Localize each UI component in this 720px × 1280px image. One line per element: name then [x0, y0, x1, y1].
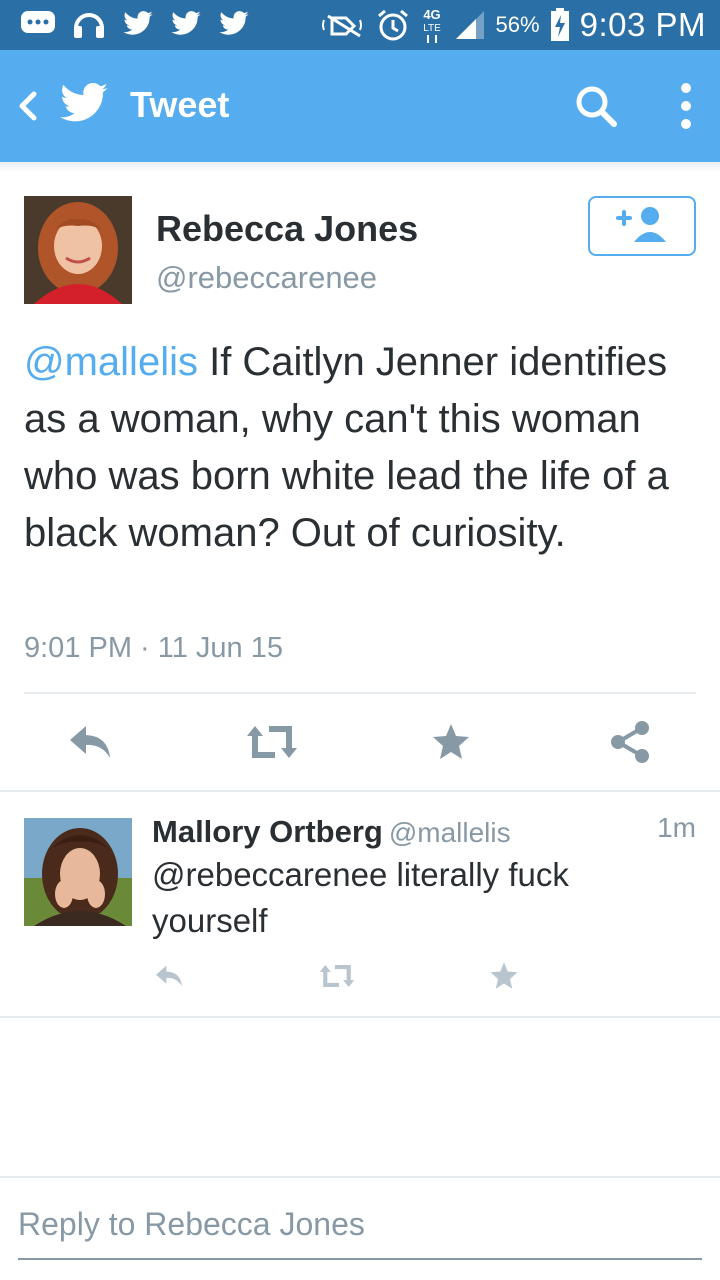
battery-charging-icon	[550, 8, 570, 42]
twitter-logo-icon	[58, 82, 110, 128]
add-user-icon	[614, 204, 670, 249]
alarm-icon	[376, 8, 410, 42]
nfc-mute-icon	[321, 10, 366, 40]
search-icon[interactable]	[572, 82, 620, 130]
reply-icon[interactable]	[62, 718, 118, 766]
favorite-icon[interactable]	[424, 718, 478, 766]
battery-percent: 56%	[495, 12, 540, 37]
author-avatar[interactable]	[24, 196, 132, 304]
share-icon[interactable]	[604, 716, 656, 768]
svg-text:LTE: LTE	[423, 23, 441, 34]
mention-link[interactable]: @mallelis	[24, 340, 198, 384]
app-bar: Tweet	[0, 50, 720, 162]
divider	[0, 1176, 720, 1178]
favorite-icon[interactable]	[486, 958, 522, 994]
status-time: 9:03 PM	[579, 6, 706, 43]
follow-button[interactable]	[588, 196, 696, 256]
app-bar-shadow	[0, 162, 720, 172]
twitter-notification-icon	[122, 10, 154, 38]
divider	[24, 692, 696, 694]
retweet-icon[interactable]	[242, 718, 302, 766]
reply-time: 1m	[657, 812, 696, 843]
author-handle[interactable]: @rebeccarenee	[156, 260, 377, 296]
reply-author-handle[interactable]: @mallelis	[389, 817, 511, 848]
signal-icon	[454, 9, 486, 41]
headphones-icon	[72, 8, 106, 40]
divider	[0, 790, 720, 792]
reply-author-name[interactable]: Mallory Ortberg	[152, 814, 383, 849]
lte-icon: 4G LTE	[420, 5, 444, 45]
overflow-menu-icon[interactable]	[672, 80, 700, 132]
message-icon	[20, 9, 56, 39]
reply-author-line[interactable]: Mallory Ortberg @mallelis	[152, 814, 511, 850]
divider	[0, 1016, 720, 1018]
reply-icon[interactable]	[150, 960, 188, 992]
svg-text:4G: 4G	[423, 7, 440, 22]
reply-composer	[18, 1200, 702, 1260]
author-name[interactable]: Rebecca Jones	[156, 208, 418, 250]
reply-input[interactable]	[18, 1200, 702, 1248]
twitter-notification-icon	[218, 10, 250, 38]
reply-text: @rebeccarenee literally fuck yourself	[152, 856, 569, 939]
retweet-icon[interactable]	[314, 960, 360, 992]
status-bar: 4G LTE 56% 9:03 PM	[0, 0, 720, 50]
twitter-notification-icon	[170, 10, 202, 38]
tweet-timestamp: 9:01 PM · 11 Jun 15	[24, 632, 284, 664]
back-arrow-icon[interactable]	[12, 84, 42, 128]
page-title: Tweet	[130, 84, 230, 125]
reply-author-avatar[interactable]	[24, 818, 132, 926]
tweet-text: @mallelis If Caitlyn Jenner identifies a…	[24, 334, 704, 562]
